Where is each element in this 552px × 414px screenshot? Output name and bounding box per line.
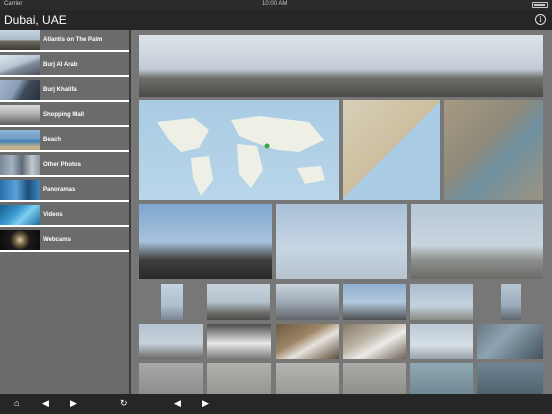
photo-tile[interactable] (139, 324, 203, 359)
webcams-thumbnail (0, 230, 40, 250)
navigation-bar: Dubai, UAE i (0, 10, 552, 30)
bottom-toolbar: ⌂ ◀ ▶ ↻ ◀ ▶ (0, 394, 552, 414)
sidebar-item-label: Shopping Mall (43, 112, 84, 118)
sidebar-item-webcams[interactable]: Webcams (0, 230, 129, 252)
sidebar-item-label: Burj Al Arab (43, 62, 78, 68)
panorama-tile[interactable] (139, 35, 543, 97)
sidebar-item-label: Panoramas (43, 187, 76, 193)
sidebar-item-label: Beach (43, 137, 62, 143)
sidebar-item-label: Burj Khalifa (43, 87, 77, 93)
home-icon[interactable]: ⌂ (14, 398, 19, 408)
sidebar-item-label: Webcams (43, 237, 71, 243)
back-icon[interactable]: ◀ (42, 398, 49, 409)
photo-tile[interactable] (276, 363, 339, 394)
photo-tile[interactable] (276, 324, 339, 359)
photo-tile[interactable] (410, 284, 473, 320)
videos-thumbnail (0, 205, 40, 225)
photo-tile[interactable] (207, 324, 271, 359)
sidebar-item-beach[interactable]: Beach (0, 130, 129, 152)
sidebar-item-label: Videos (43, 212, 63, 218)
photo-tile[interactable] (139, 204, 272, 279)
photo-tile[interactable] (410, 363, 473, 394)
beach-thumbnail (0, 130, 40, 150)
photo-tile[interactable] (477, 363, 543, 394)
sidebar: Atlantis on The Palm Burj Al Arab Burj K… (0, 30, 131, 394)
main-forward-icon[interactable]: ▶ (202, 398, 209, 409)
sidebar-item-panoramas[interactable]: Panoramas (0, 180, 129, 202)
shopping-mall-thumbnail (0, 105, 40, 125)
photo-tile[interactable] (343, 363, 406, 394)
sidebar-item-label: Other Photos (43, 162, 82, 168)
photo-tile[interactable] (207, 363, 271, 394)
sidebar-item-shopping-mall[interactable]: Shopping Mall (0, 105, 129, 127)
sidebar-item-other-photos[interactable]: Other Photos (0, 155, 129, 177)
photo-tile[interactable] (411, 204, 543, 279)
photo-tile[interactable] (477, 324, 543, 359)
sidebar-item-videos[interactable]: Videos (0, 205, 129, 227)
map-region-tile[interactable] (343, 100, 440, 200)
photo-tile[interactable] (343, 284, 406, 320)
photo-tile[interactable] (207, 284, 270, 320)
page-title: Dubai, UAE (4, 13, 67, 27)
map-satellite-tile[interactable] (444, 100, 543, 200)
status-time: 10:00 AM (262, 1, 288, 7)
photo-tile[interactable] (276, 284, 339, 320)
sidebar-item-atlantis[interactable]: Atlantis on The Palm (0, 30, 129, 52)
world-map-icon (157, 116, 325, 196)
battery-icon (532, 2, 548, 8)
panoramas-thumbnail (0, 180, 40, 200)
main-back-icon[interactable]: ◀ (174, 398, 181, 409)
info-icon[interactable]: i (535, 14, 546, 25)
atlantis-thumbnail (0, 30, 40, 50)
photo-tile[interactable] (276, 204, 407, 279)
photo-tile[interactable] (410, 324, 473, 359)
burj-al-arab-thumbnail (0, 55, 40, 75)
photo-tile[interactable] (343, 324, 406, 359)
sidebar-item-burj-khalifa[interactable]: Burj Khalifa (0, 80, 129, 102)
photo-tile[interactable] (161, 284, 183, 320)
forward-icon[interactable]: ▶ (70, 398, 77, 409)
photo-grid (131, 30, 552, 394)
photo-tile[interactable] (501, 284, 521, 320)
carrier-label: Carrier (4, 1, 23, 7)
burj-khalifa-thumbnail (0, 80, 40, 100)
refresh-icon[interactable]: ↻ (120, 398, 128, 409)
sidebar-item-burj-al-arab[interactable]: Burj Al Arab (0, 55, 129, 77)
other-photos-thumbnail (0, 155, 40, 175)
photo-tile[interactable] (139, 363, 203, 394)
map-world-tile[interactable] (139, 100, 339, 200)
status-bar: Carrier 10:00 AM (0, 0, 552, 10)
sidebar-item-label: Atlantis on The Palm (43, 37, 103, 43)
